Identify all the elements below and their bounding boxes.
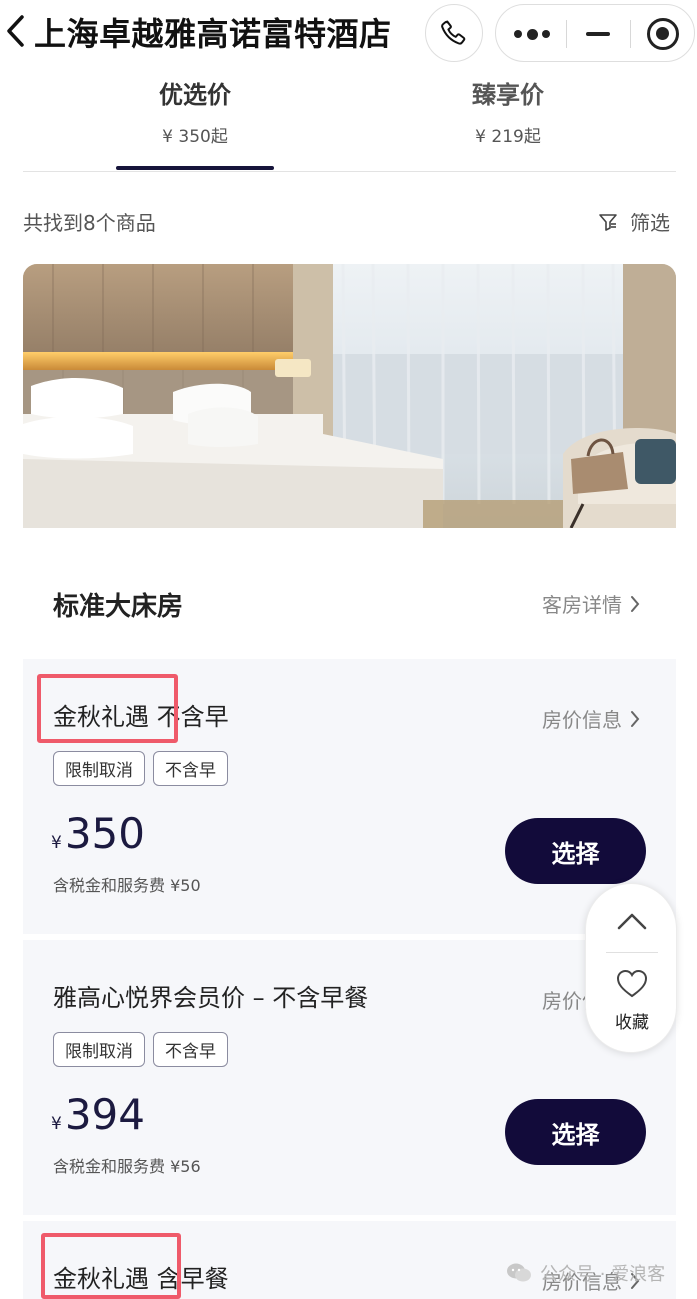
rate-plan: 雅高心悦界会员价 – 不含早餐 房价信息 限制取消 不含早 ¥ 394 含税金和… — [23, 940, 676, 1215]
watermark: 公众号 · 爱浪客 — [506, 1260, 665, 1286]
wechat-icon — [507, 1263, 531, 1282]
room-detail-label: 客房详情 — [542, 593, 622, 617]
rate-name: 雅高心悦界会员价 – 不含早餐 — [53, 984, 369, 1012]
tax-note: 含税金和服务费 ¥50 — [53, 876, 201, 895]
top-bar: 上海卓越雅高诺富特酒店 — [0, 0, 697, 62]
watermark-text: 公众号 · 爱浪客 — [540, 1264, 666, 1285]
tab-price: ¥ 219起 — [475, 127, 541, 147]
room-photo[interactable] — [23, 264, 676, 528]
tab-price: ¥ 350起 — [162, 127, 228, 147]
tab-preferred-price[interactable]: 优选价 ¥ 350起 — [95, 75, 295, 147]
room-detail-link[interactable]: 客房详情 — [542, 589, 640, 618]
room-title: 标准大床房 — [53, 592, 184, 622]
divider — [606, 952, 658, 953]
page-title: 上海卓越雅高诺富特酒店 — [34, 15, 392, 53]
price-value: 350 — [64, 809, 145, 858]
capsule-divider — [566, 20, 567, 48]
tab-premium-price[interactable]: 臻享价 ¥ 219起 — [408, 75, 608, 147]
highlight-box — [41, 1233, 181, 1299]
rate-price: ¥ 394 — [51, 1090, 145, 1139]
filter-button[interactable]: 筛选 — [598, 207, 670, 236]
floating-action-panel: 收藏 — [585, 883, 677, 1053]
capsule-divider — [630, 20, 631, 48]
back-icon[interactable] — [4, 14, 30, 48]
chevron-right-icon — [631, 595, 640, 612]
scroll-to-top-icon[interactable] — [617, 912, 647, 930]
divider — [23, 171, 676, 172]
close-miniprogram-icon[interactable] — [647, 18, 679, 50]
price-value: 394 — [64, 1090, 145, 1139]
rate-info-link[interactable]: 房价信息 — [542, 704, 640, 733]
tag-cancellation: 限制取消 — [53, 1032, 145, 1067]
tab-label: 优选价 — [159, 81, 231, 109]
minimize-icon[interactable] — [586, 32, 610, 36]
select-button[interactable]: 选择 — [505, 1099, 646, 1165]
active-tab-indicator — [116, 166, 274, 170]
rate-tags: 限制取消 不含早 — [53, 751, 228, 786]
chevron-right-icon — [631, 710, 640, 727]
rate-tags: 限制取消 不含早 — [53, 1032, 228, 1067]
highlight-box — [37, 674, 178, 743]
tax-note: 含税金和服务费 ¥56 — [53, 1157, 201, 1176]
favorite-label[interactable]: 收藏 — [586, 1008, 678, 1033]
filter-label: 筛选 — [630, 211, 670, 235]
rate-price: ¥ 350 — [51, 809, 145, 858]
filter-icon — [599, 213, 617, 231]
select-button[interactable]: 选择 — [505, 818, 646, 884]
rate-info-label: 房价信息 — [542, 708, 622, 732]
heart-icon[interactable] — [616, 969, 648, 999]
phone-button[interactable] — [425, 4, 483, 62]
tag-breakfast: 不含早 — [153, 1032, 228, 1067]
phone-icon — [441, 20, 466, 45]
tag-breakfast: 不含早 — [153, 751, 228, 786]
miniprogram-capsule — [495, 4, 695, 62]
tag-cancellation: 限制取消 — [53, 751, 145, 786]
more-icon[interactable] — [514, 25, 550, 43]
currency-symbol: ¥ — [51, 1114, 62, 1134]
tab-label: 臻享价 — [472, 81, 544, 109]
result-count: 共找到8个商品 — [23, 211, 156, 235]
currency-symbol: ¥ — [51, 833, 62, 853]
